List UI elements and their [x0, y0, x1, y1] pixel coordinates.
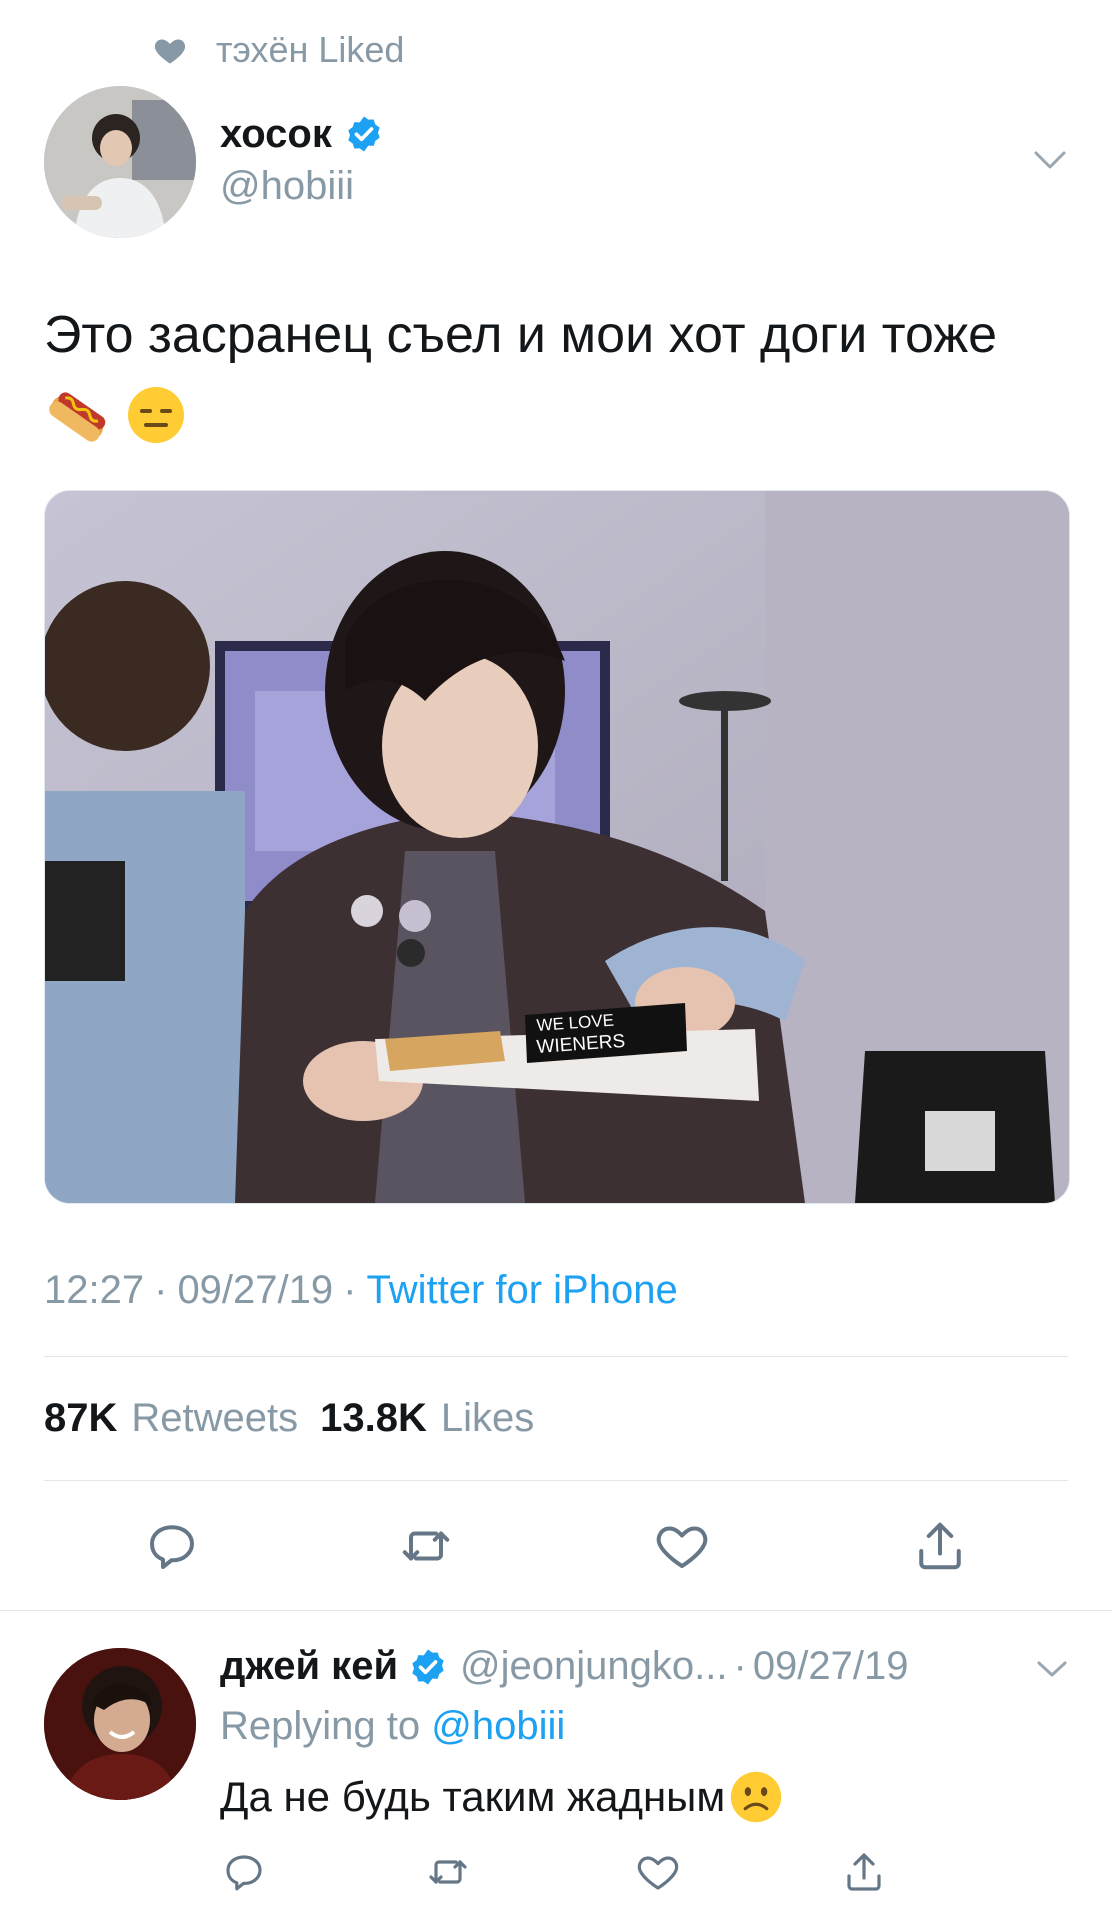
tweet-photo[interactable]: WE LOVE WIENERS — [44, 490, 1070, 1204]
author-avatar[interactable] — [44, 86, 196, 238]
author-name-row[interactable]: хосок — [220, 108, 384, 160]
verified-badge-icon — [348, 116, 380, 152]
reply-reply-button[interactable] — [220, 1848, 268, 1896]
reply-retweet-button[interactable] — [424, 1848, 472, 1896]
retweets-label[interactable]: Retweets — [131, 1396, 298, 1441]
reply-icon — [150, 1525, 194, 1569]
reply-button[interactable] — [142, 1516, 202, 1576]
verified-badge-icon — [412, 1649, 444, 1684]
author-handle[interactable]: @hobiii — [220, 164, 354, 209]
replying-to: Replying to @hobiii — [220, 1704, 565, 1749]
divider — [44, 1356, 1068, 1357]
reply-author-avatar[interactable] — [44, 1648, 196, 1800]
retweet-icon — [429, 1860, 467, 1884]
reply-share-button[interactable] — [840, 1848, 888, 1896]
retweet-icon — [402, 1531, 450, 1561]
expressionless-face-emoji — [126, 383, 186, 473]
chevron-down-icon[interactable] — [1030, 145, 1070, 175]
reply-like-button[interactable] — [634, 1848, 682, 1896]
meta-separator: · — [343, 1268, 357, 1312]
share-button[interactable] — [910, 1516, 970, 1576]
avatar-photo — [44, 86, 196, 238]
reply-header: джей кей @jeonjungko... · 09/27/19 — [220, 1644, 909, 1689]
meta-separator: · — [154, 1268, 168, 1312]
social-context[interactable]: тэхён Liked — [152, 28, 404, 72]
tweet-time: 12:27 — [44, 1268, 145, 1312]
hot-dog-emoji — [46, 383, 112, 473]
reply-author-name[interactable]: джей кей — [220, 1644, 398, 1689]
meta-separator: · — [733, 1644, 747, 1688]
heart-outline-icon — [637, 1856, 679, 1890]
share-icon — [847, 1853, 881, 1891]
divider — [0, 1610, 1112, 1611]
slightly-frowning-face-emoji — [731, 1771, 782, 1823]
reply-date: 09/27/19 — [752, 1644, 909, 1688]
reply-text: Да не будь таким жадным — [220, 1770, 783, 1824]
divider — [44, 1480, 1068, 1481]
tweet-text: Это засранец съел и мои хот доги тоже — [44, 290, 1064, 473]
retweet-button[interactable] — [396, 1516, 456, 1576]
author-name[interactable]: хосок — [220, 112, 332, 157]
like-button[interactable] — [652, 1516, 712, 1576]
reply-author-handle[interactable]: @jeonjungko... — [460, 1644, 727, 1689]
tweet-source-link[interactable]: Twitter for iPhone — [366, 1268, 677, 1313]
chevron-down-icon[interactable] — [1034, 1656, 1070, 1682]
tweet-photo-image: WE LOVE WIENERS — [45, 491, 1069, 1203]
heart-outline-icon — [656, 1526, 708, 1568]
tweet-text-body: Это засранец съел и мои хот доги тоже — [44, 306, 998, 364]
avatar-photo — [44, 1648, 196, 1800]
social-context-label: тэхён Liked — [216, 29, 405, 70]
reply-icon — [226, 1855, 262, 1891]
tweet-stats: 87K Retweets 13.8K Likes — [44, 1396, 556, 1441]
heart-icon — [154, 39, 186, 64]
likes-label[interactable]: Likes — [441, 1396, 534, 1441]
share-icon — [919, 1522, 961, 1570]
tweet-date: 09/27/19 — [177, 1268, 334, 1312]
tweet-meta: 12:27 · 09/27/19 · Twitter for iPhone — [44, 1268, 678, 1313]
replying-to-handle[interactable]: @hobiii — [431, 1704, 565, 1748]
replying-to-prefix: Replying to — [220, 1704, 421, 1748]
reply-text-body: Да не будь таким жадным — [220, 1773, 726, 1820]
likes-count[interactable]: 13.8K — [320, 1396, 427, 1441]
retweets-count[interactable]: 87K — [44, 1396, 117, 1441]
